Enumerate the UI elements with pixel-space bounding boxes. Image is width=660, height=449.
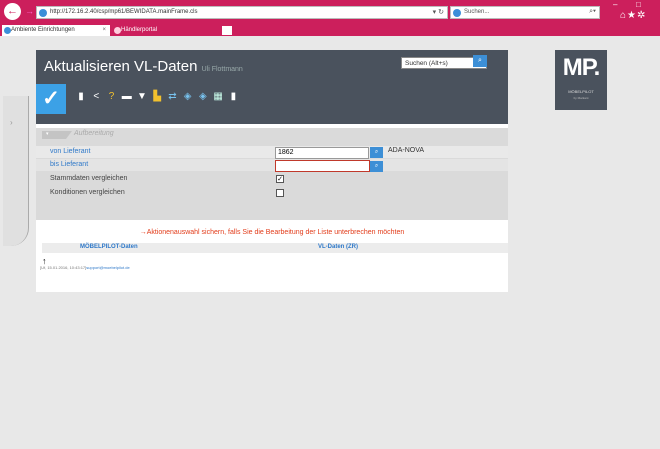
tab-page-icon	[114, 27, 121, 34]
help-icon[interactable]: ?	[106, 90, 116, 103]
label-stammdaten: Stammdaten vergleichen	[50, 175, 128, 182]
page-title: Aktualisieren VL-Daten Uli Flottmann	[44, 58, 243, 75]
column-moebelpilot: MÖBELPILOT-Daten	[80, 244, 138, 250]
page-icon	[39, 9, 47, 17]
back-button[interactable]: ←	[4, 3, 21, 20]
refresh-icon[interactable]: ▾ ↻	[433, 8, 444, 16]
form-row-von	[36, 146, 508, 158]
chart-icon[interactable]: ▦	[213, 90, 223, 103]
label-von-lieferant[interactable]: von Lieferant	[50, 148, 90, 155]
lookup-icon[interactable]: ⌕	[370, 161, 383, 172]
back-arrow-icon[interactable]: <	[91, 90, 101, 103]
search-engine-icon	[453, 9, 461, 17]
side-panel-handle[interactable]	[3, 96, 29, 246]
supplier-name: ADA-NOVA	[388, 147, 425, 154]
sync-icon[interactable]: ◈	[183, 90, 193, 103]
column-vl-daten: VL-Daten (ZR)	[318, 244, 358, 250]
toolbar: ▮ < ? ▬ ▼ ▙ ⇄ ◈ ◈ ▦ ▮	[76, 90, 241, 106]
export-icon[interactable]: ▙	[152, 90, 162, 103]
copy-icon[interactable]: ◈	[198, 90, 208, 103]
form-section	[36, 128, 508, 220]
logo-mark: MP.	[562, 54, 601, 81]
browser-search-box[interactable]: Suchen... ⌕▾	[450, 6, 600, 19]
chevron-right-icon[interactable]: ›	[10, 118, 13, 127]
tab-page-icon	[4, 27, 11, 34]
address-bar[interactable]: http://172.16.2.40/csp/mp61/BEWIDATA.mai…	[36, 6, 448, 19]
print-icon[interactable]: ▬	[122, 90, 132, 103]
new-tab-button[interactable]	[222, 26, 232, 35]
logo-subtitle: MÖBELPILOT	[568, 89, 594, 94]
tab-haendlerportal[interactable]: Händlerportal	[112, 25, 222, 36]
von-lieferant-input[interactable]: 1862	[275, 147, 369, 159]
maximize-icon[interactable]: □	[636, 0, 641, 9]
address-url: http://172.16.2.40/csp/mp61/BEWIDATA.mai…	[50, 9, 198, 15]
footer-meta: [Uf, 15.01.2016, 10:43:17]support@moebel…	[40, 265, 130, 270]
tab-ambiente[interactable]: Ambiente Einrichtungen ×	[2, 25, 110, 36]
report-icon[interactable]: ▮	[228, 90, 238, 103]
filter-icon[interactable]: ▼	[137, 90, 147, 103]
page-title-text: Aktualisieren VL-Daten	[44, 58, 198, 75]
user-name: Uli Flottmann	[201, 66, 243, 73]
lookup-icon[interactable]: ⌕	[370, 147, 383, 158]
label-bis-lieferant[interactable]: bis Lieferant	[50, 161, 88, 168]
forward-button[interactable]: →	[25, 6, 34, 16]
browser-search-placeholder: Suchen...	[464, 9, 490, 15]
tab-label: Händlerportal	[121, 27, 158, 33]
support-email-link[interactable]: support@moebelpilot.de	[86, 265, 129, 270]
form-row-bis	[36, 159, 508, 171]
close-tab-icon[interactable]: ×	[102, 25, 106, 36]
logo-subtitle2: by Markant	[573, 96, 589, 100]
save-hint[interactable]: →Aktionenauswahl sichern, falls Sie die …	[36, 229, 508, 236]
section-title: Aufbereitung	[74, 130, 114, 137]
search-button-icon[interactable]: ⌕	[473, 55, 487, 67]
app-header: Aktualisieren VL-Daten Uli Flottmann Suc…	[36, 50, 508, 124]
tab-label: Ambiente Einrichtungen	[11, 27, 75, 33]
bis-lieferant-input[interactable]	[275, 160, 370, 172]
konditionen-checkbox[interactable]	[276, 189, 284, 197]
footer-timestamp: [Uf, 15.01.2016, 10:43:17]	[40, 265, 87, 270]
confirm-button[interactable]: ✓	[36, 84, 66, 114]
minimize-icon[interactable]: –	[613, 0, 617, 9]
stammdaten-checkbox[interactable]: ✓	[276, 175, 284, 183]
tab-bar: Ambiente Einrichtungen × Händlerportal	[0, 23, 660, 36]
label-konditionen: Konditionen vergleichen	[50, 189, 125, 196]
transfer-icon[interactable]: ⇄	[167, 90, 177, 103]
document-icon[interactable]: ▮	[76, 90, 86, 103]
home-star-gear-icons[interactable]: ⌂★✲	[620, 10, 646, 21]
search-icon[interactable]: ⌕▾	[589, 8, 596, 16]
